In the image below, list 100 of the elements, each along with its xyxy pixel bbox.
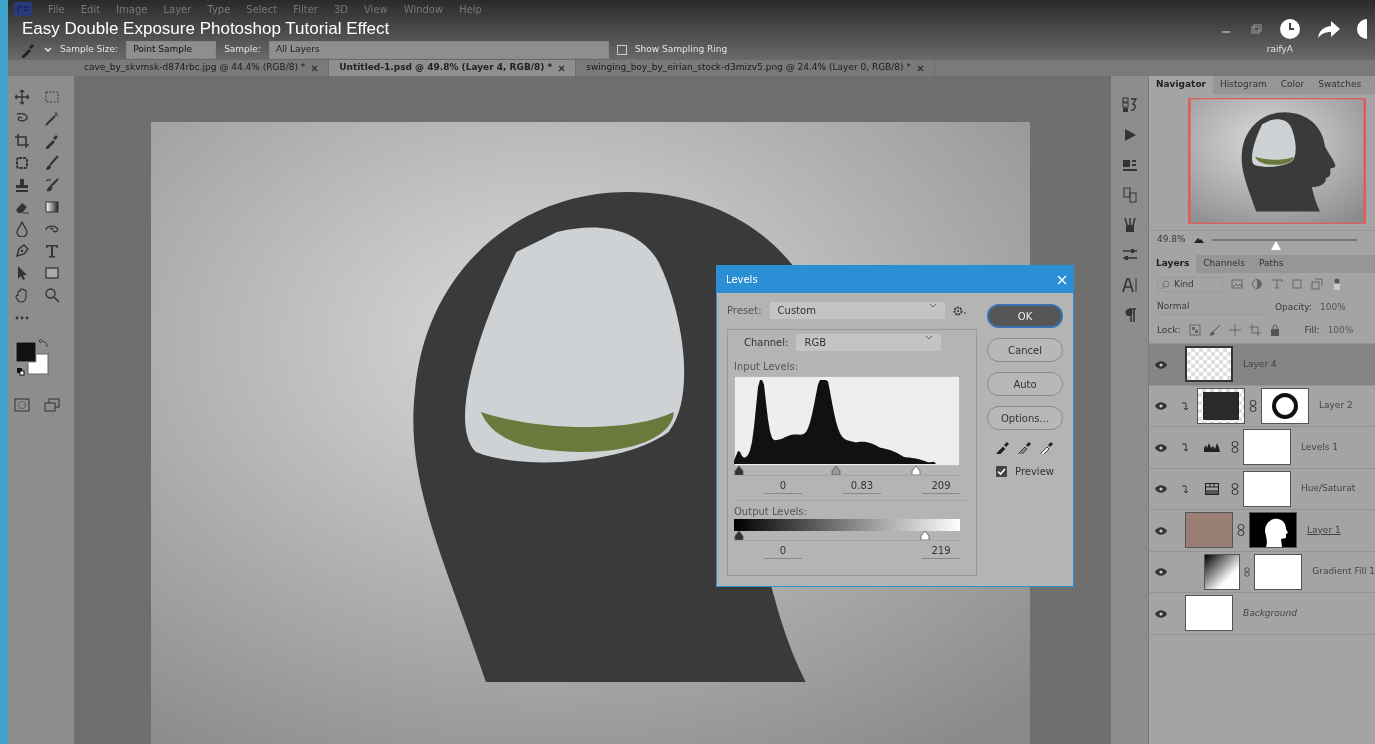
layer-name[interactable]: Layer 2 xyxy=(1319,399,1353,413)
panel-tab[interactable]: Paths xyxy=(1251,254,1291,273)
brush-cup-icon[interactable] xyxy=(1121,217,1138,233)
checkbox[interactable] xyxy=(616,45,627,55)
menu-item[interactable]: Filter xyxy=(293,1,318,17)
eye-icon[interactable] xyxy=(1155,609,1167,618)
layer-row[interactable]: Layer 2 xyxy=(1149,385,1375,427)
level-output-field[interactable]: 219 xyxy=(922,543,960,559)
dialog-button[interactable]: Cancel xyxy=(987,338,1063,362)
history-icon[interactable] xyxy=(1121,97,1138,113)
level-input-field[interactable]: 0 xyxy=(764,478,802,494)
menu-item[interactable]: 3D xyxy=(333,1,348,17)
panel-tab[interactable]: Navigator xyxy=(1149,76,1213,94)
eyedropper-icon[interactable] xyxy=(1018,440,1032,454)
move-tool-icon[interactable] xyxy=(14,89,30,105)
search-icon[interactable] xyxy=(44,287,60,303)
document-tab[interactable]: Untitled-1.psd @ 49.8% (Layer 4, RGB/8) * xyxy=(329,60,577,76)
eye-icon[interactable] xyxy=(1155,360,1167,369)
mountain-small-icon[interactable] xyxy=(1193,236,1204,243)
gear-icon[interactable] xyxy=(952,304,967,317)
menu-item[interactable]: Layer xyxy=(163,1,192,17)
opacity-field[interactable]: 100% xyxy=(1320,300,1346,314)
zoom-percentage[interactable]: 49.8% xyxy=(1157,233,1186,247)
screen-mode-icon[interactable] xyxy=(44,398,60,412)
layer-row[interactable]: Hue/Saturat xyxy=(1149,468,1375,510)
blend-mode-dropdown[interactable]: Normal xyxy=(1157,300,1267,315)
panel-tab[interactable]: Layers xyxy=(1149,254,1197,273)
gradient-tool-icon[interactable] xyxy=(44,199,60,215)
sample-dropdown[interactable]: All Layers xyxy=(268,41,609,59)
type-tool-icon[interactable] xyxy=(44,243,60,259)
crop-tool-icon[interactable] xyxy=(14,133,30,149)
close-icon[interactable] xyxy=(311,64,319,72)
level-output-field[interactable]: 0 xyxy=(764,543,802,559)
menu-item[interactable]: Edit xyxy=(80,1,101,17)
brush-tool-icon[interactable] xyxy=(44,155,60,171)
pen-tool-icon[interactable] xyxy=(14,243,30,259)
layer-name[interactable]: Layer 1 xyxy=(1307,523,1341,537)
menu-item[interactable]: View xyxy=(364,1,388,17)
magic-wand-icon[interactable] xyxy=(44,111,60,127)
level-input-field[interactable]: 209 xyxy=(922,478,960,494)
layer-name[interactable]: Levels 1 xyxy=(1301,440,1339,454)
frame-tool-icon[interactable] xyxy=(14,155,30,171)
eyedropper-tool-icon[interactable] xyxy=(44,133,60,149)
fill-field[interactable]: 100% xyxy=(1327,323,1354,337)
navigator-preview[interactable] xyxy=(1186,98,1368,224)
layer-name[interactable]: Gradient Fill 1 xyxy=(1312,565,1375,579)
close-icon[interactable] xyxy=(558,64,566,72)
eyedropper-icon[interactable] xyxy=(996,440,1010,454)
layer-comps-icon[interactable] xyxy=(1121,187,1138,203)
eye-icon[interactable] xyxy=(1155,402,1167,411)
eye-icon[interactable] xyxy=(1155,443,1167,452)
layer-row[interactable]: Levels 1 xyxy=(1149,427,1375,469)
cube-icon[interactable] xyxy=(1121,157,1138,173)
filter-dropdown[interactable]: Kind xyxy=(1157,276,1223,292)
menu-item[interactable]: Window xyxy=(403,1,444,17)
layer-row[interactable]: Layer 4 xyxy=(1149,344,1375,386)
dialog-button[interactable]: OK xyxy=(987,304,1063,328)
rectangle-tool-icon[interactable] xyxy=(44,265,60,281)
layer-name[interactable]: Hue/Saturat xyxy=(1301,482,1356,496)
history-brush-icon[interactable] xyxy=(44,177,60,193)
menu-item[interactable]: Select xyxy=(246,1,278,17)
eyedropper-icon[interactable] xyxy=(1040,440,1054,454)
dialog-button[interactable]: Auto xyxy=(987,372,1063,396)
menu-item[interactable]: Help xyxy=(459,1,482,17)
dialog-button[interactable]: Options... xyxy=(987,406,1063,430)
eye-icon[interactable] xyxy=(1155,485,1167,494)
panel-tab[interactable]: Histogram xyxy=(1213,76,1274,94)
layer-row[interactable]: Background xyxy=(1149,593,1375,635)
sample-size-dropdown[interactable]: Point Sample xyxy=(126,41,217,59)
layer-row[interactable]: Layer 1 xyxy=(1149,510,1375,552)
layer-row[interactable]: Gradient Fill 1 xyxy=(1149,551,1375,593)
drop-icon[interactable] xyxy=(14,221,30,237)
preset-dropdown[interactable]: Custom xyxy=(769,302,945,319)
eye-icon[interactable] xyxy=(1155,526,1167,535)
channel-dropdown[interactable]: RGB xyxy=(796,334,942,351)
close-icon[interactable] xyxy=(916,64,924,72)
layer-name[interactable]: Background xyxy=(1243,606,1297,620)
image-filter-icon[interactable] xyxy=(1231,278,1243,291)
stamp-tool-icon[interactable] xyxy=(14,177,30,193)
level-input-field[interactable]: 0.83 xyxy=(843,478,881,494)
restore-icon[interactable] xyxy=(1249,24,1263,34)
padlock-icon[interactable] xyxy=(1268,324,1281,337)
checkbox[interactable] xyxy=(996,466,1008,477)
checker-lock-icon[interactable] xyxy=(1188,324,1201,337)
clock-icon[interactable] xyxy=(1279,18,1301,40)
menu-item[interactable]: File xyxy=(48,1,65,17)
menu-item[interactable]: Image xyxy=(116,1,148,17)
filter-toggle-icon[interactable] xyxy=(1331,278,1343,291)
caret-icon[interactable] xyxy=(44,47,52,53)
quick-mask-icon[interactable] xyxy=(14,398,30,412)
adjustment-filter-icon[interactable] xyxy=(1251,278,1263,291)
menu-item[interactable]: Type xyxy=(207,1,231,17)
share-arrow-icon[interactable] xyxy=(1317,19,1341,39)
brush-lock-icon[interactable] xyxy=(1208,324,1221,337)
sliders-icon[interactable] xyxy=(1121,247,1138,263)
panel-tab[interactable]: Color xyxy=(1273,76,1312,94)
layer-name[interactable]: Layer 4 xyxy=(1243,357,1277,371)
panel-tab[interactable]: Channels xyxy=(1196,254,1252,273)
hand-tool-icon[interactable] xyxy=(14,287,30,303)
panel-tab[interactable]: Swatches xyxy=(1311,76,1369,94)
